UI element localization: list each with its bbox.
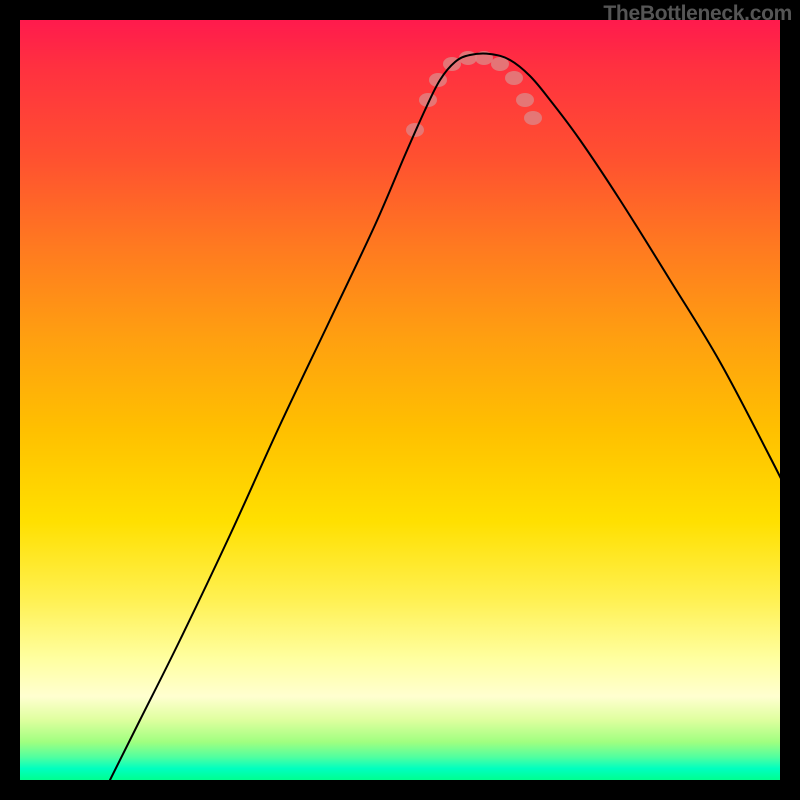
highlight-dot	[505, 71, 523, 85]
plot-area	[20, 20, 780, 780]
highlight-dot	[524, 111, 542, 125]
curve-layer	[20, 20, 780, 780]
bottleneck-curve-line	[110, 54, 780, 780]
highlight-dot-group	[406, 51, 542, 137]
chart-frame: TheBottleneck.com	[0, 0, 800, 800]
highlight-dot	[516, 93, 534, 107]
